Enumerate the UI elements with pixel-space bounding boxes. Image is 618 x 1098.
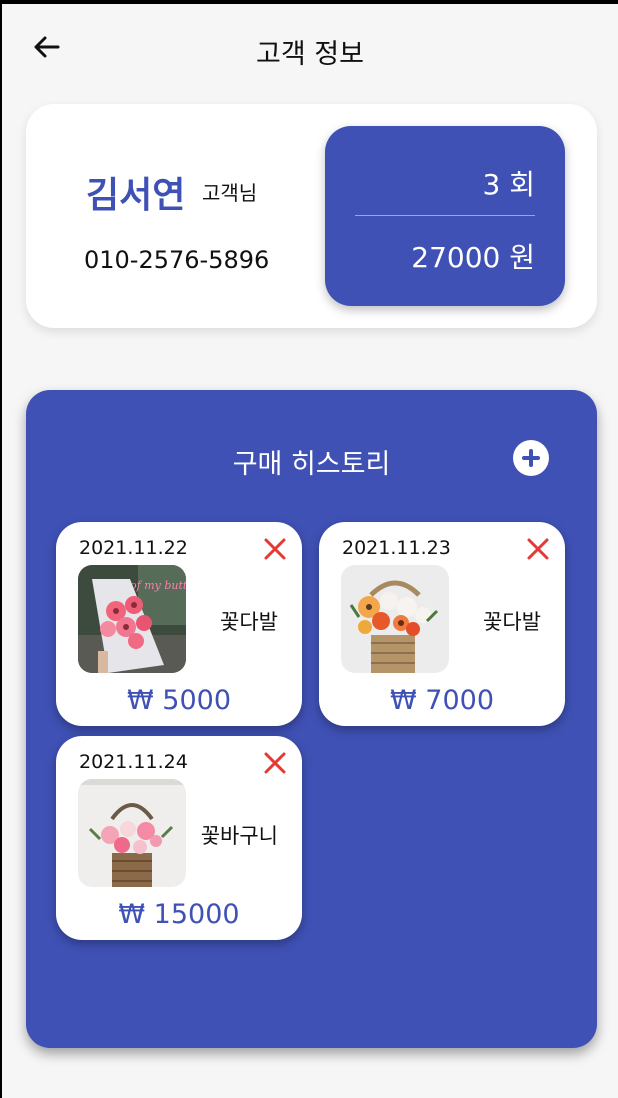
purchase-date: 2021.11.24 [79, 751, 188, 773]
product-price: ₩ 15000 [118, 899, 240, 930]
delete-x-icon[interactable] [263, 751, 287, 775]
page-title: 고객 정보 [256, 39, 364, 70]
purchase-card-grid: 2021.11.22 of my butter [54, 522, 569, 946]
app-bar: 고객 정보 [2, 4, 618, 94]
purchase-card[interactable]: 2021.11.24 꽃바구니 ₩ 15000 [56, 736, 302, 940]
product-price: ₩ 7000 [390, 685, 494, 716]
stats-divider [355, 215, 535, 216]
delete-x-icon[interactable] [526, 537, 550, 561]
visit-count: 3 회 [482, 168, 535, 201]
customer-phone: 010-2576-5896 [84, 246, 270, 274]
svg-text:of my butter: of my butter [130, 579, 186, 592]
purchase-date: 2021.11.22 [79, 537, 188, 559]
delete-x-icon[interactable] [263, 537, 287, 561]
bouquet-pink-gerbera-image: of my butter [78, 565, 186, 673]
product-price: ₩ 5000 [127, 685, 231, 716]
flower-basket-pink-image [78, 779, 186, 887]
customer-name: 김서연 [86, 175, 186, 216]
customer-info-card: 김서연 고객님 010-2576-5896 3 회 27000 원 [26, 104, 597, 328]
product-name: 꽃다발 [483, 610, 541, 634]
customer-stats-box: 3 회 27000 원 [325, 126, 565, 306]
purchase-date: 2021.11.23 [342, 537, 451, 559]
purchase-history-panel: 구매 히스토리 2021.11.22 of my butter [26, 390, 597, 1048]
purchase-card[interactable]: 2021.11.23 꽃다발 ₩ 7000 [319, 522, 565, 726]
customer-honorific: 고객님 [202, 181, 258, 205]
total-amount: 27000 원 [411, 241, 535, 274]
flower-basket-orange-image [341, 565, 449, 673]
add-purchase-button[interactable] [513, 440, 549, 476]
purchase-card[interactable]: 2021.11.22 of my butter [56, 522, 302, 726]
history-title: 구매 히스토리 [232, 449, 391, 480]
product-name: 꽃다발 [220, 610, 278, 634]
product-name: 꽃바구니 [200, 824, 278, 848]
